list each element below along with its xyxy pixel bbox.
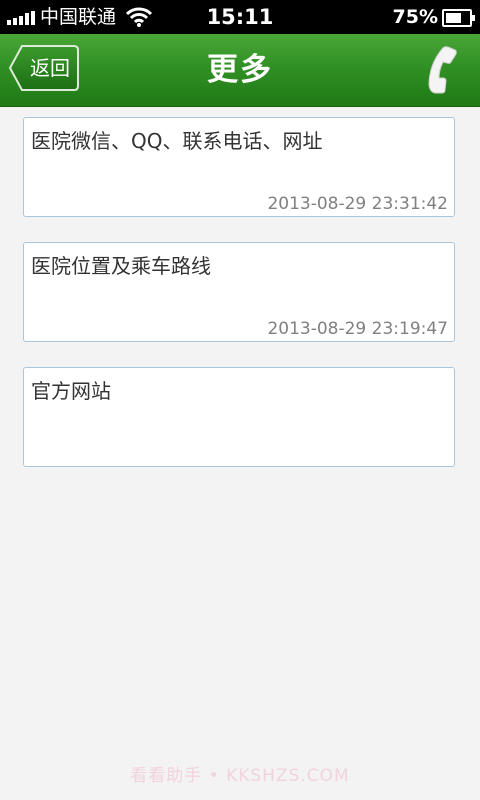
list-item-timestamp: 2013-08-29 23:19:47: [267, 319, 448, 339]
watermark: 看看助手 • KKSHZS.COM: [130, 766, 350, 786]
list-item[interactable]: 医院位置及乘车路线 2013-08-29 23:19:47: [23, 242, 455, 342]
battery-level-fill: [446, 13, 461, 23]
list-item-timestamp: 2013-08-29 23:31:42: [267, 194, 448, 214]
status-bar: 中国联通 15:11 75%: [0, 0, 480, 34]
list-item-title: 医院位置及乘车路线: [31, 254, 211, 278]
back-button-label: 返回: [30, 56, 70, 80]
back-button[interactable]: 返回: [8, 44, 80, 92]
battery-icon: [442, 9, 475, 27]
list-item[interactable]: 官方网站: [23, 367, 455, 467]
list-item[interactable]: 医院微信、QQ、联系电话、网址 2013-08-29 23:31:42: [23, 117, 455, 217]
nav-bar: 更多 返回: [0, 34, 480, 107]
list-item-title: 官方网站: [31, 379, 111, 403]
phone-icon[interactable]: [422, 45, 458, 95]
battery-percent: 75%: [392, 6, 438, 28]
list-item-title: 医院微信、QQ、联系电话、网址: [31, 129, 323, 153]
